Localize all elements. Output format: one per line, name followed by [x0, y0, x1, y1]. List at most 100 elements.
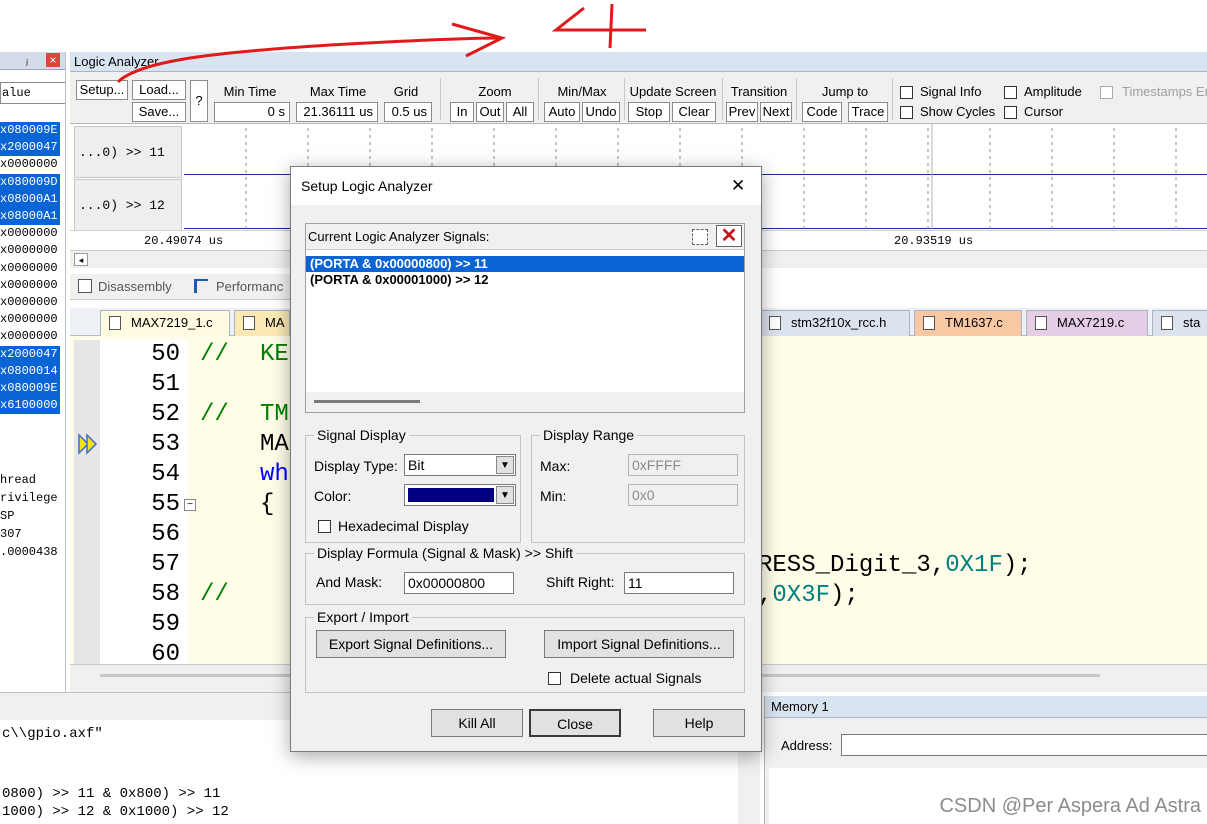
register-value-row[interactable]: x0000000 — [0, 311, 60, 328]
signal-name-2[interactable]: ...0) >> 12 — [74, 179, 182, 231]
code-text: { — [260, 491, 275, 518]
jump-code-button[interactable]: Code — [802, 102, 842, 122]
transition-prev-button[interactable]: Prev — [726, 102, 758, 122]
display-type-label: Display Type: — [314, 458, 398, 474]
pin-icon[interactable]: ⱼ — [26, 53, 28, 67]
signal-name-1[interactable]: ...0) >> 11 — [74, 126, 182, 178]
tab-disassembly[interactable]: Disassembly — [98, 279, 172, 294]
tab-label: TM1637.c — [945, 315, 1003, 330]
color-select[interactable]: ▼ — [404, 484, 516, 506]
output-line: 0800) >> 11 & 0x800) >> 11 — [2, 786, 221, 802]
register-value-row[interactable]: x08000A1 — [0, 208, 60, 225]
delete-signal-icon[interactable]: ✕ — [716, 225, 742, 247]
update-stop-button[interactable]: Stop — [628, 102, 670, 122]
minmax-auto-button[interactable]: Auto — [544, 102, 580, 122]
close-button[interactable]: Close — [529, 709, 621, 737]
register-value-row[interactable]: x2000047 — [0, 345, 60, 363]
display-type-select[interactable]: Bit ▼ — [404, 454, 516, 476]
signal-info-checkbox[interactable] — [900, 86, 913, 99]
red-annotation — [116, 3, 646, 84]
update-clear-button[interactable]: Clear — [672, 102, 716, 122]
shift-right-input[interactable]: 11 — [624, 572, 734, 594]
signal-list-item-selected[interactable]: (PORTA & 0x00000800) >> 11 — [306, 256, 744, 272]
kill-all-button[interactable]: Kill All — [431, 709, 523, 737]
zoom-out-button[interactable]: Out — [476, 102, 504, 122]
setup-logic-analyzer-dialog: Setup Logic Analyzer ✕ Current Logic Ana… — [290, 166, 762, 752]
export-signal-definitions-button[interactable]: Export Signal Definitions... — [316, 630, 506, 658]
transition-next-button[interactable]: Next — [760, 102, 792, 122]
display-formula-group-label: Display Formula (Signal & Mask) >> Shift — [314, 545, 576, 561]
signals-list-hscroll[interactable] — [306, 392, 744, 412]
tab-tm1637[interactable]: TM1637.c — [914, 310, 1022, 336]
close-icon[interactable]: × — [46, 53, 60, 67]
jump-trace-button[interactable]: Trace — [848, 102, 888, 122]
fold-icon[interactable]: − — [184, 499, 196, 511]
line-number: 52 — [151, 401, 180, 428]
scroll-thumb[interactable] — [314, 400, 420, 403]
register-value-row[interactable]: x0800014 — [0, 362, 60, 380]
jump-to-label: Jump to — [821, 84, 869, 99]
tab-label: MAX7219.c — [1057, 315, 1125, 330]
zoom-all-button[interactable]: All — [506, 102, 534, 122]
register-value-row[interactable]: x0000000 — [0, 294, 60, 311]
tab-performance[interactable]: Performanc — [216, 279, 283, 294]
register-value-row[interactable]: x080009E — [0, 122, 60, 139]
amplitude-checkbox[interactable] — [1004, 86, 1017, 99]
display-range-group-label: Display Range — [540, 427, 638, 443]
performance-icon — [194, 279, 208, 293]
max-label: Max: — [540, 458, 571, 474]
chevron-down-icon[interactable]: ▼ — [496, 456, 514, 474]
register-value-row[interactable]: x0000000 — [0, 242, 60, 259]
scroll-left-icon[interactable]: ◂ — [74, 253, 88, 266]
registers-pane: ⱼ × alue x080009E x2000047 x0000000 x080009… — [0, 52, 66, 692]
min-input[interactable]: 0x0 — [628, 484, 738, 506]
tab-sta[interactable]: sta — [1152, 310, 1207, 336]
register-value-row[interactable]: x0000000 — [0, 328, 60, 345]
close-icon[interactable]: ✕ — [731, 176, 745, 196]
document-icon — [109, 316, 121, 330]
tab-ma[interactable]: MA — [234, 310, 290, 336]
register-value-row[interactable]: x080009D — [0, 173, 60, 191]
register-value-row[interactable]: x0000000 — [0, 260, 60, 277]
tab-label: stm32f10x_rcc.h — [791, 315, 887, 330]
signal-list-item[interactable]: (PORTA & 0x00001000) >> 12 — [306, 272, 744, 288]
address-input[interactable] — [841, 734, 1207, 756]
code-hex: 0X3F — [772, 582, 831, 609]
max-input[interactable]: 0xFFFF — [628, 454, 738, 476]
register-value-row[interactable]: x6100000 — [0, 397, 60, 415]
max-time-value: 21.36111 us — [296, 102, 378, 122]
cursor-checkbox[interactable] — [1004, 106, 1017, 119]
import-signal-definitions-button[interactable]: Import Signal Definitions... — [544, 630, 734, 658]
minmax-undo-button[interactable]: Undo — [582, 102, 620, 122]
register-value-row[interactable]: x08000A1 — [0, 190, 60, 208]
time-right-label: 20.93519 us — [894, 234, 974, 248]
register-value-row[interactable]: x0000000 — [0, 156, 60, 173]
color-swatch — [408, 488, 494, 502]
registers-header: ⱼ × — [0, 52, 65, 70]
register-value-row[interactable]: x0000000 — [0, 225, 60, 242]
tab-stm32f10x-rcc[interactable]: stm32f10x_rcc.h — [760, 310, 910, 336]
save-button[interactable]: Save... — [132, 102, 186, 122]
register-value-row[interactable]: x2000047 — [0, 139, 60, 157]
register-value-row[interactable]: x0000000 — [0, 277, 60, 294]
new-signal-icon[interactable] — [692, 229, 708, 245]
and-mask-input[interactable]: 0x00000800 — [404, 572, 514, 594]
chevron-down-icon[interactable]: ▼ — [496, 486, 514, 504]
display-type-value: Bit — [408, 457, 425, 473]
help-button[interactable]: Help — [653, 709, 745, 737]
watermark: CSDN @Per Aspera Ad Astra — [939, 795, 1201, 817]
tab-max7219-1[interactable]: MAX7219_1.c — [100, 310, 230, 336]
hexadecimal-display-checkbox[interactable] — [318, 520, 331, 533]
register-value-row[interactable]: x080009E — [0, 380, 60, 397]
disassembly-icon — [78, 279, 92, 293]
zoom-in-button[interactable]: In — [450, 102, 474, 122]
show-cycles-checkbox[interactable] — [900, 106, 913, 119]
memory-title-bar: Memory 1 — [765, 696, 1207, 718]
register-info-row: 307 — [0, 527, 22, 541]
timestamps-checkbox[interactable] — [1100, 86, 1113, 99]
line-number: 51 — [151, 371, 180, 398]
document-icon — [769, 316, 781, 330]
delete-actual-signals-checkbox[interactable] — [548, 672, 561, 685]
line-number: 55 — [151, 491, 180, 518]
tab-max7219[interactable]: MAX7219.c — [1026, 310, 1148, 336]
